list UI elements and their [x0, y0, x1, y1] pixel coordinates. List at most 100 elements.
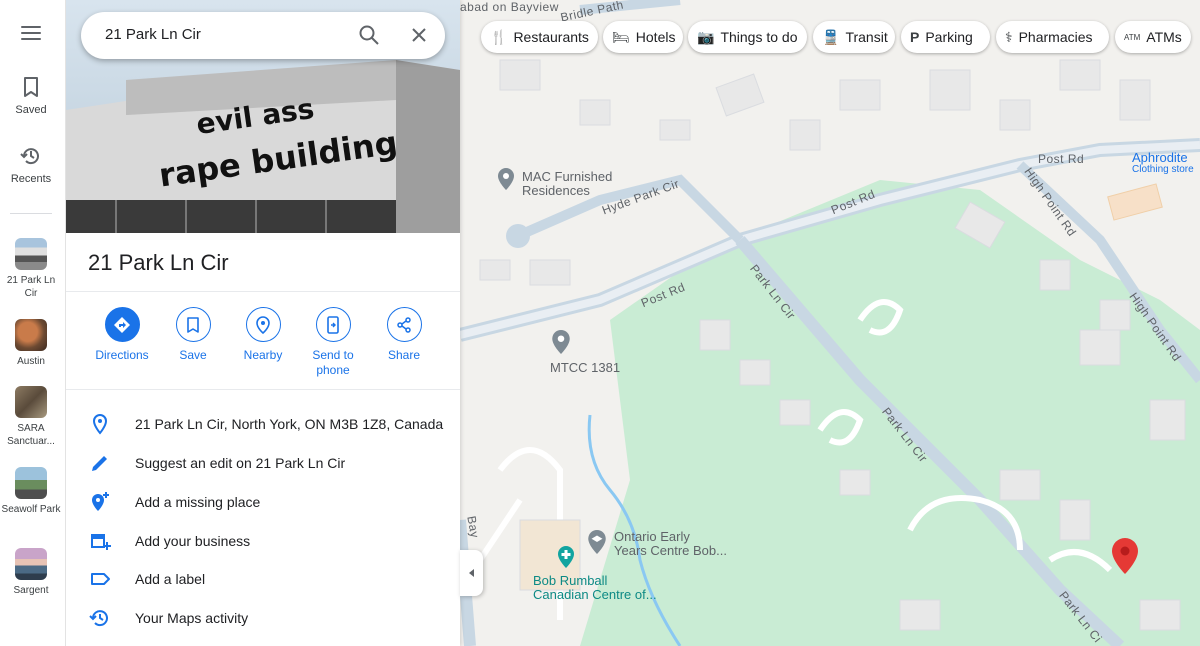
chip-things-to-do[interactable]: 📷 Things to do — [688, 21, 807, 53]
place-panel: evil ass rape building 21 Park Ln Cir 21… — [66, 0, 460, 646]
poi-label-aphrodite-sub: Clothing store — [1132, 164, 1194, 175]
poi-label-ontario-2: Years Centre Bob... — [614, 543, 727, 558]
clear-search-button[interactable] — [407, 23, 431, 47]
chip-restaurants[interactable]: 🍴 Restaurants — [481, 21, 598, 53]
recent-place-item[interactable]: Sargent — [0, 548, 62, 597]
poi-pin-icon — [498, 168, 514, 190]
add-label-row[interactable]: Add a label — [66, 560, 460, 598]
recent-place-label: Austin — [17, 356, 45, 367]
close-icon — [412, 28, 426, 42]
search-button[interactable] — [357, 23, 381, 47]
saved-button[interactable]: Saved — [0, 76, 62, 116]
add-business-text: Add your business — [135, 533, 251, 549]
search-input[interactable]: 21 Park Ln Cir — [105, 26, 201, 43]
poi-ontario-early-years[interactable] — [588, 530, 606, 559]
send-to-phone-button[interactable]: Send to phone — [297, 307, 369, 378]
history-icon — [20, 148, 39, 165]
recent-place-item[interactable]: Austin — [0, 319, 62, 368]
bed-icon: 🛏 — [612, 28, 630, 45]
place-title: 21 Park Ln Cir — [88, 250, 229, 275]
poi-label-mtcc: MTCC 1381 — [550, 360, 621, 375]
divider — [66, 291, 460, 292]
collapse-panel-button[interactable] — [460, 550, 483, 596]
share-button[interactable]: Share — [368, 307, 440, 363]
medical-pin-icon — [558, 546, 574, 568]
suggest-edit-text: Suggest an edit on 21 Park Ln Cir — [135, 455, 346, 471]
recent-thumbnail — [15, 467, 47, 499]
poi-bob-rumball[interactable] — [558, 546, 574, 573]
recent-place-label: Seawolf Park — [1, 504, 61, 515]
action-label: Nearby — [243, 348, 283, 362]
chip-hotels[interactable]: 🛏 Hotels — [603, 21, 683, 53]
chevron-left-icon — [469, 569, 474, 577]
chip-label: Hotels — [635, 29, 676, 45]
history-icon — [89, 610, 108, 627]
poi-label-ontario: Ontario Early — [614, 529, 690, 544]
directions-icon — [114, 316, 130, 333]
poi-label-aphrodite: Aphrodite — [1132, 150, 1188, 165]
recent-place-label: Sargent — [13, 585, 49, 596]
pencil-icon — [92, 456, 107, 471]
chip-label: Things to do — [720, 29, 798, 45]
chip-label: Pharmacies — [1018, 29, 1093, 45]
bookmark-icon — [187, 316, 199, 333]
poi-label-bob-2: Canadian Centre of... — [533, 587, 657, 602]
poi-label-mac: MAC Furnished — [522, 169, 613, 184]
chip-label: Parking — [925, 29, 973, 45]
saved-label: Saved — [15, 104, 47, 116]
poi-label-bob: Bob Rumball — [533, 573, 608, 588]
action-label: Share — [387, 348, 421, 362]
recent-thumbnail — [15, 386, 47, 418]
poi-mac-furnished[interactable] — [498, 168, 514, 195]
road-label-post: Post Rd — [1038, 152, 1085, 166]
chip-parking[interactable]: P Parking — [901, 21, 990, 53]
poi-mtcc[interactable] — [552, 330, 570, 359]
camera-icon: 📷 — [697, 28, 715, 45]
parking-icon: P — [910, 29, 920, 45]
chip-transit[interactable]: 🚆 Transit — [813, 21, 895, 53]
menu-icon[interactable] — [19, 22, 43, 46]
recent-place-label: SARA Sanctuar... — [7, 423, 55, 447]
address-row[interactable]: 21 Park Ln Cir, North York, ON M3B 1Z8, … — [66, 405, 460, 443]
map-canvas[interactable]: abad on Bayview Bridle Path Post Rd Post… — [460, 0, 1200, 646]
save-button[interactable]: Save — [157, 307, 229, 363]
recent-place-item[interactable]: SARA Sanctuar... — [0, 386, 62, 448]
share-icon — [397, 316, 411, 333]
recent-place-item[interactable]: Seawolf Park — [0, 467, 62, 516]
divider — [66, 389, 460, 390]
left-rail: Saved Recents 21 Park Ln Cir Austin SARA… — [0, 0, 66, 646]
recent-place-item[interactable]: 21 Park Ln Cir — [0, 238, 62, 300]
label-icon — [91, 573, 110, 585]
add-business-icon — [91, 534, 111, 550]
action-label: Save — [179, 348, 207, 362]
search-box[interactable]: 21 Park Ln Cir — [81, 12, 445, 59]
atm-icon: ATM — [1124, 32, 1141, 42]
add-label-text: Add a label — [135, 571, 206, 587]
recent-thumbnail — [15, 238, 47, 270]
add-place-icon — [92, 492, 109, 511]
recents-button[interactable]: Recents — [0, 145, 62, 185]
train-icon: 🚆 — [822, 28, 840, 45]
maps-activity-text: Your Maps activity — [135, 610, 249, 626]
directions-button[interactable]: Directions — [86, 307, 158, 363]
chip-label: Transit — [845, 29, 888, 45]
rail-divider — [10, 213, 52, 214]
add-business-row[interactable]: Add your business — [66, 522, 460, 560]
nearby-button[interactable]: Nearby — [227, 307, 299, 363]
bookmark-icon — [24, 77, 38, 97]
location-pin-icon — [92, 413, 108, 435]
chip-label: Restaurants — [513, 29, 589, 45]
maps-activity-row[interactable]: Your Maps activity — [66, 599, 460, 637]
search-icon — [359, 25, 379, 45]
phone-icon — [327, 315, 339, 334]
chip-atms[interactable]: ATM ATMs — [1115, 21, 1191, 53]
selected-location-pin[interactable] — [1112, 538, 1138, 579]
suggest-edit-row[interactable]: Suggest an edit on 21 Park Ln Cir — [66, 444, 460, 482]
recent-place-label: 21 Park Ln Cir — [6, 275, 56, 299]
chip-pharmacies[interactable]: ⚕ Pharmacies — [996, 21, 1109, 53]
school-pin-icon — [588, 530, 606, 554]
fork-knife-icon: 🍴 — [490, 28, 508, 45]
nearby-icon — [256, 315, 270, 334]
poi-pin-icon — [552, 330, 570, 354]
add-missing-place-row[interactable]: Add a missing place — [66, 483, 460, 521]
